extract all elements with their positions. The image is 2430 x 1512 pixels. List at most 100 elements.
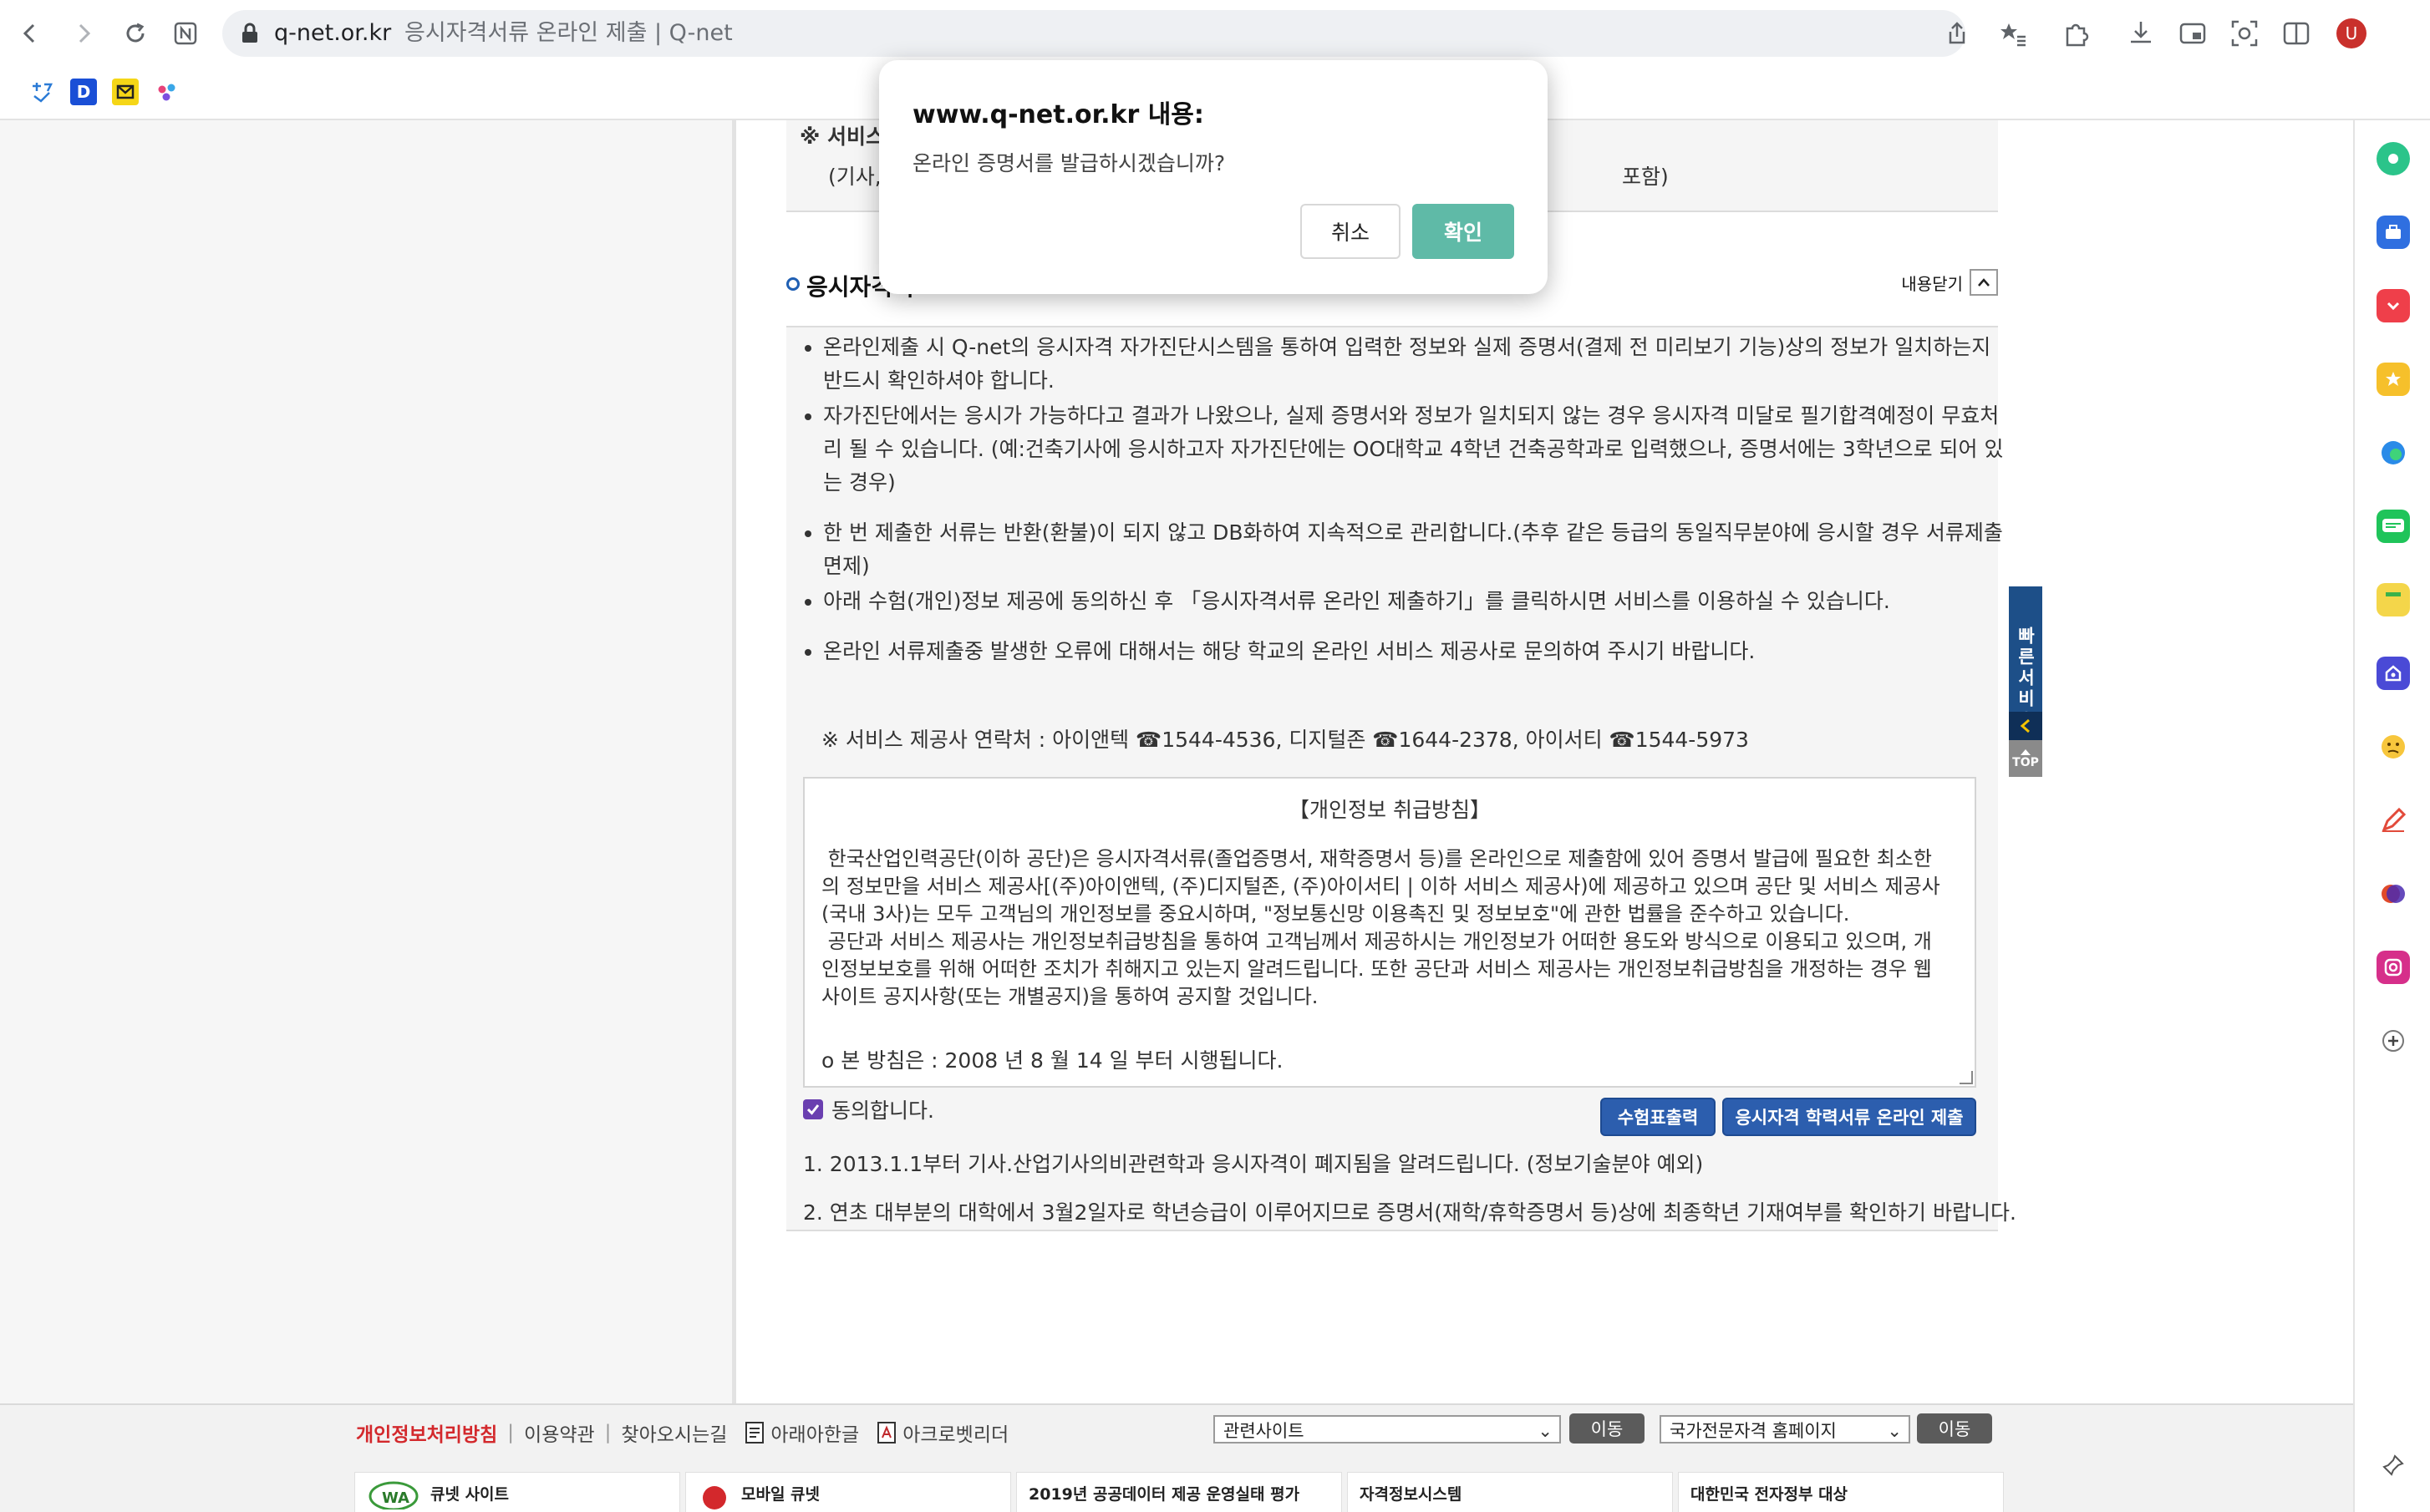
smart-home-app-icon[interactable]	[2377, 657, 2410, 690]
webtoon-app-icon[interactable]	[2377, 510, 2410, 543]
privacy-policy-title: 【개인정보 취급방침】	[1289, 798, 1491, 822]
bookmark-dots[interactable]	[154, 79, 180, 105]
dialog-ok-button[interactable]: 확인	[1412, 204, 1514, 259]
notice-item: 온라인제출 시 Q-net의 응시자격 자가진단시스템을 통하여 입력한 정보와…	[805, 331, 2010, 398]
thinking-emoji-icon[interactable]	[2377, 730, 2410, 764]
quick-service-toggle[interactable]	[2009, 712, 2042, 740]
screenshot-icon[interactable]	[2229, 18, 2260, 48]
footer-privacy-link[interactable]: 개인정보처리방침	[356, 1418, 497, 1447]
notice-item: 온라인 서류제출중 발생한 오류에 대해서는 해당 학교의 온라인 서비스 제공…	[805, 635, 2010, 668]
url-host: q-net.or.kr	[274, 20, 392, 46]
briefcase-app-icon[interactable]	[2377, 216, 2410, 249]
agree-checkbox[interactable]	[803, 1099, 823, 1119]
privacy-policy-body: 한국산업인력공단(이하 공단)은 응시자격서류(졸업증명서, 재학증명서 등)를…	[821, 847, 1940, 1008]
footer-hangul-label: 아래아한글	[770, 1424, 860, 1446]
service-note-sub-tail: 포함)	[1622, 165, 1669, 189]
svg-text:WA: WA	[382, 1489, 409, 1507]
bookmark-d-label: D	[76, 82, 91, 102]
star-app-icon[interactable]	[2377, 363, 2410, 396]
chevron-left-icon	[2020, 718, 2030, 733]
extensions-puzzle-icon[interactable]	[2061, 18, 2091, 48]
related-move-button[interactable]: 이동	[1569, 1413, 1645, 1444]
dialog-message: 온라인 증명서를 발급하시겠습니까?	[913, 151, 1226, 175]
green-circle-app-icon[interactable]	[2377, 142, 2410, 175]
footer-banner[interactable]: 모바일 큐넷	[685, 1472, 1011, 1512]
profile-avatar[interactable]: U	[2336, 18, 2366, 48]
notice-item: 한 번 제출한 서류는 반환(환불)이 되지 않고 DB화하여 지속적으로 관리…	[805, 516, 2010, 583]
content-column: ※ 서비스 (기사, 포함) 응시자격서 내용닫기 온라인제출 시 Q-net의…	[732, 120, 2353, 1403]
footer-banner[interactable]: WA 큐넷 사이트	[354, 1472, 680, 1512]
foot-note: 1. 2013.1.1부터 기사.산업기사의비관련학과 응시자격이 폐지됨을 알…	[803, 1152, 1704, 1176]
bookmark-star-icon[interactable]	[1997, 18, 2027, 48]
forward-arrow-icon	[79, 23, 91, 43]
lock-icon	[242, 23, 257, 43]
page-footer: 개인정보처리방침 | 이용약관 | 찾아오시는길 아래아한글 아크로벳리더 관련…	[0, 1403, 2353, 1512]
bookmark-grammar[interactable]	[28, 79, 55, 105]
service-note-sub: (기사,	[828, 165, 882, 189]
bookmark-mail[interactable]	[112, 79, 139, 105]
submit-documents-button[interactable]: 응시자격 학력서류 온라인 제출	[1722, 1098, 1976, 1136]
chevron-down-icon: ⌄	[1538, 1421, 1553, 1441]
download-icon[interactable]	[2126, 18, 2156, 48]
footer-banner[interactable]: 자격정보시스템	[1347, 1472, 1673, 1512]
related-sites-select[interactable]: 관련사이트 ⌄	[1213, 1415, 1561, 1444]
dialog-title: www.q-net.or.kr 내용:	[913, 100, 1204, 129]
footer-hangul-link[interactable]: 아래아한글	[744, 1418, 859, 1447]
close-content-label: 내용닫기	[1901, 273, 1963, 294]
chevron-down-icon: ⌄	[1887, 1421, 1902, 1441]
pin-icon[interactable]	[2377, 1449, 2410, 1482]
picture-in-picture-icon[interactable]	[2178, 18, 2208, 48]
url-page-title: 응시자격서류 온라인 제출 | Q-net	[404, 20, 733, 46]
pocket-app-icon[interactable]	[2377, 289, 2410, 322]
mobile-qnet-logo-icon	[703, 1486, 726, 1509]
back-button[interactable]	[12, 15, 48, 52]
sidebar-toggle-icon[interactable]	[2281, 18, 2311, 48]
wa-logo-icon: WA	[369, 1481, 419, 1509]
back-arrow-icon	[23, 23, 35, 43]
banner-label: 큐넷 사이트	[430, 1484, 510, 1504]
footer-banner[interactable]: 2019년 공공데이터 제공 운영실태 평가	[1016, 1472, 1342, 1512]
provider-contact-note: ※ 서비스 제공사 연락처 : 아이앤텍 ☎1544-4536, 디지털존 ☎1…	[821, 728, 1749, 752]
footer-separator: |	[507, 1422, 515, 1444]
confirm-dialog: www.q-net.or.kr 내용: 온라인 증명서를 발급하시겠습니까? 취…	[879, 60, 1548, 294]
forward-button[interactable]	[65, 15, 102, 52]
scroll-top-button[interactable]: TOP	[2009, 740, 2042, 777]
reload-icon	[126, 23, 145, 43]
privacy-policy-date: o 본 방침은 : 2008 년 8 월 14 일 부터 시행됩니다.	[821, 1048, 1284, 1073]
left-gutter	[0, 120, 732, 1403]
grammar-check-icon	[33, 83, 53, 103]
footer-terms-link[interactable]: 이용약관	[524, 1418, 595, 1447]
browser-right-sidebar	[2353, 120, 2430, 1512]
notice-box: 온라인제출 시 Q-net의 응시자격 자가진단시스템을 통하여 입력한 정보와…	[786, 326, 2016, 1231]
instagram-icon[interactable]	[2377, 951, 2410, 984]
footer-banner[interactable]: 대한민국 전자정부 대상	[1678, 1472, 2004, 1512]
notice-item: 자가진단에서는 응시가 가능하다고 결과가 나왔으나, 실제 증명서와 정보가 …	[805, 399, 2010, 500]
national-move-button[interactable]: 이동	[1917, 1413, 1992, 1444]
add-app-icon[interactable]	[2377, 1024, 2410, 1058]
bookmark-d[interactable]: D	[70, 79, 97, 105]
address-bar[interactable]: q-net.or.kr 응시자격서류 온라인 제출 | Q-net	[222, 10, 1965, 57]
naver-button[interactable]	[167, 15, 204, 52]
notice-item: 아래 수험(개인)정보 제공에 동의하신 후 「응시자격서류 온라인 제출하기」…	[805, 585, 2010, 618]
print-ticket-button[interactable]: 수험표출력	[1600, 1098, 1716, 1136]
footer-directions-link[interactable]: 찾아오시는길	[621, 1418, 727, 1447]
footer-acrobat-link[interactable]: 아크로벳리더	[876, 1418, 1009, 1447]
edge-style-app-icon[interactable]	[2377, 436, 2410, 469]
privacy-policy-textarea[interactable]: 【개인정보 취급방침】 한국산업인력공단(이하 공단)은 응시자격서류(졸업증명…	[803, 777, 1976, 1088]
dialog-cancel-button[interactable]: 취소	[1300, 204, 1401, 259]
resize-grip-icon[interactable]	[1960, 1071, 1973, 1084]
pen-tool-icon[interactable]	[2377, 804, 2410, 837]
national-sites-value: 국가전문자격 홈페이지	[1670, 1421, 1837, 1441]
naver-n-icon	[174, 22, 197, 45]
banner-label: 2019년 공공데이터 제공 운영실태 평가	[1029, 1484, 1300, 1504]
purple-orb-app-icon[interactable]	[2377, 877, 2410, 911]
chevron-up-icon	[1970, 269, 1998, 296]
share-icon[interactable]	[1944, 20, 1970, 47]
close-content-button[interactable]: 내용닫기	[1901, 269, 1998, 296]
reload-button[interactable]	[117, 15, 154, 52]
national-sites-select[interactable]: 국가전문자격 홈페이지 ⌄	[1660, 1415, 1910, 1444]
related-sites-value: 관련사이트	[1223, 1421, 1304, 1441]
foot-note: 2. 연초 대부분의 대학에서 3월2일자로 학년승급이 이루어지므로 증명서(…	[803, 1200, 2016, 1225]
memo-app-icon[interactable]	[2377, 583, 2410, 616]
scroll-top-label: TOP	[2012, 756, 2039, 769]
